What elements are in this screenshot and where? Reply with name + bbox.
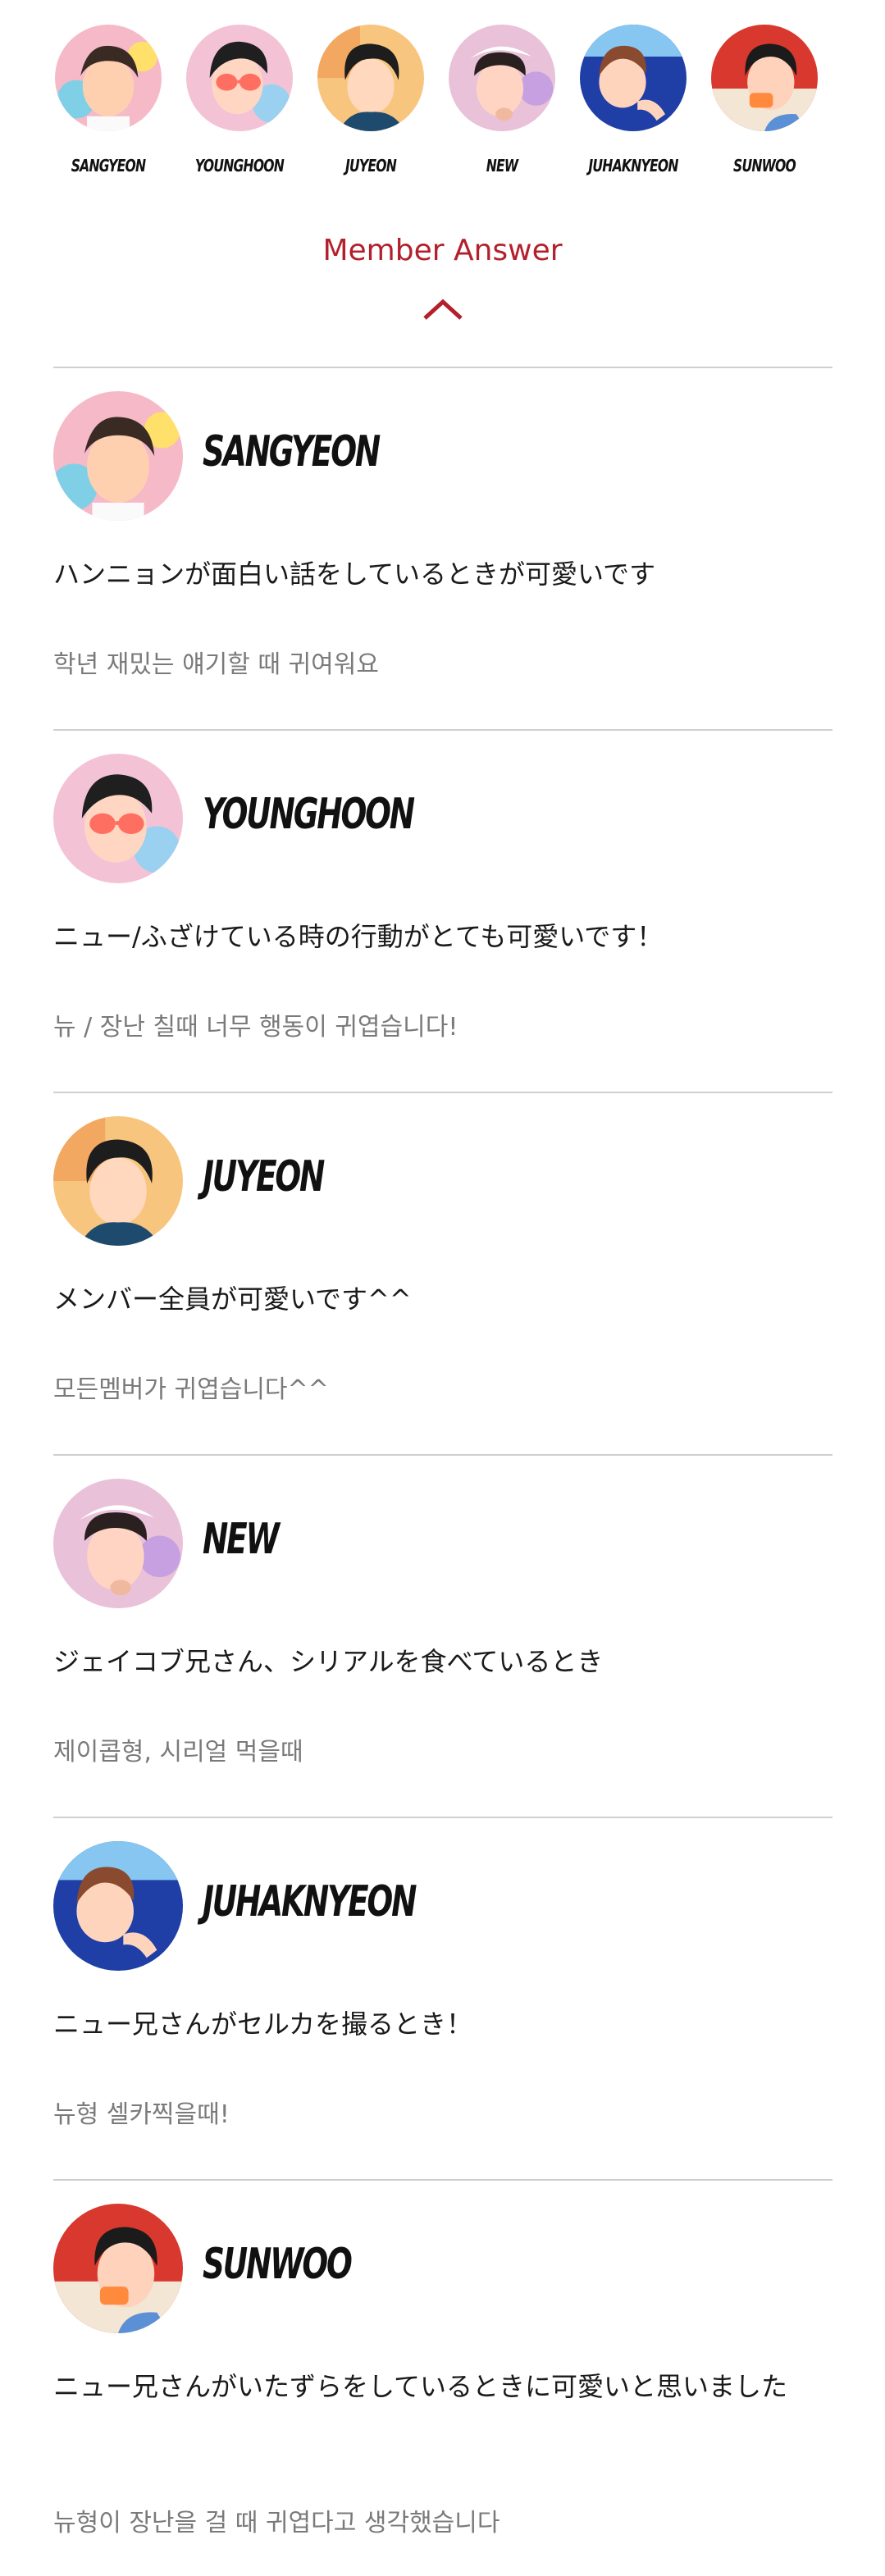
avatar	[53, 1116, 183, 1246]
top-member-sangyeon[interactable]: SANGYEON	[51, 25, 166, 176]
answer-text-korean: 학년 재밌는 얘기할 때 귀여워요	[53, 650, 379, 679]
avatar	[53, 754, 183, 883]
member-name: NEW	[203, 1515, 280, 1564]
answer-list: SANGYEON ハンニョンが面白い話をしているときが可愛いです 학년 재밌는 …	[53, 367, 833, 2574]
member-name: NEW	[486, 156, 518, 176]
top-member-younghoon[interactable]: YOUNGHOON	[182, 25, 297, 176]
member-name: JUHAKNYEON	[203, 1877, 417, 1926]
answer-text-korean: 뉴형 셀카찍을때!	[53, 2100, 230, 2129]
answer-text-japanese: ハンニョンが面白い話をしているときが可愛いです	[53, 559, 656, 590]
answer-text-korean: 뉴 / 장난 칠때 너무 행동이 귀엽습니다!	[53, 1013, 458, 1042]
top-member-new[interactable]: NEW	[445, 25, 559, 176]
top-member-sunwoo[interactable]: SUNWOO	[707, 25, 822, 176]
answer-text-korean: 제이콥형, 시리얼 먹을때	[53, 1738, 303, 1767]
avatar	[53, 1841, 183, 1971]
member-name: JUHAKNYEON	[588, 156, 678, 176]
top-member-juhaknyeon[interactable]: JUHAKNYEON	[576, 25, 691, 176]
member-name: JUYEON	[203, 1152, 325, 1201]
avatar	[580, 25, 687, 131]
avatar	[53, 2204, 183, 2333]
avatar	[711, 25, 818, 131]
member-name: SUNWOO	[203, 2240, 353, 2289]
answer-item: JUYEON メンバー全員が可愛いです^^ 모든멤버가 귀엽습니다^^	[53, 1092, 833, 1454]
answer-item: NEW ジェイコブ兄さん、シリアルを食べているとき 제이콥형, 시리얼 먹을때	[53, 1454, 833, 1817]
answer-text-japanese: ジェイコブ兄さん、シリアルを食べているとき	[53, 1646, 604, 1677]
member-name: YOUNGHOON	[203, 790, 415, 839]
member-name: SUNWOO	[732, 156, 796, 176]
answer-text-japanese: メンバー全員が可愛いです^^	[53, 1283, 412, 1315]
member-name: SANGYEON	[71, 156, 146, 176]
answer-text-japanese: ニュー兄さんがセルカを撮るとき！	[53, 2008, 473, 2040]
section-title: Member Answer	[322, 234, 563, 267]
answer-text-korean: 뉴형이 장난을 걸 때 귀엽다고 생각했습니다	[53, 2509, 500, 2537]
answer-text-japanese: ニュー兄さんがいたずらをしているときに可愛いと思いました	[53, 2371, 788, 2402]
answer-item: JUHAKNYEON ニュー兄さんがセルカを撮るとき！ 뉴형 셀카찍을때!	[53, 1817, 833, 2179]
avatar	[53, 1479, 183, 1608]
answer-item: SANGYEON ハンニョンが面白い話をしているときが可愛いです 학년 재밌는 …	[53, 367, 833, 729]
avatar	[449, 25, 555, 131]
avatar	[53, 391, 183, 521]
answer-item: SUNWOO ニュー兄さんがいたずらをしているときに可愛いと思いました 뉴형이 …	[53, 2179, 833, 2574]
top-member-juyeon[interactable]: JUYEON	[313, 25, 428, 176]
member-avatar-row: SANGYEON YOUNGHOON JUYEON NEW JUHAKNYEON…	[51, 25, 822, 197]
chevron-up-icon[interactable]	[422, 297, 464, 321]
member-name: JUYEON	[344, 156, 397, 176]
member-name: YOUNGHOON	[194, 156, 285, 176]
avatar	[55, 25, 162, 131]
answer-text-japanese: ニュー/ふざけている時の行動がとても可愛いです！	[53, 921, 664, 952]
answer-item: YOUNGHOON ニュー/ふざけている時の行動がとても可愛いです！ 뉴 / 장…	[53, 729, 833, 1092]
avatar	[186, 25, 293, 131]
answer-text-korean: 모든멤버가 귀엽습니다^^	[53, 1375, 329, 1404]
avatar	[317, 25, 424, 131]
member-name: SANGYEON	[203, 427, 381, 476]
